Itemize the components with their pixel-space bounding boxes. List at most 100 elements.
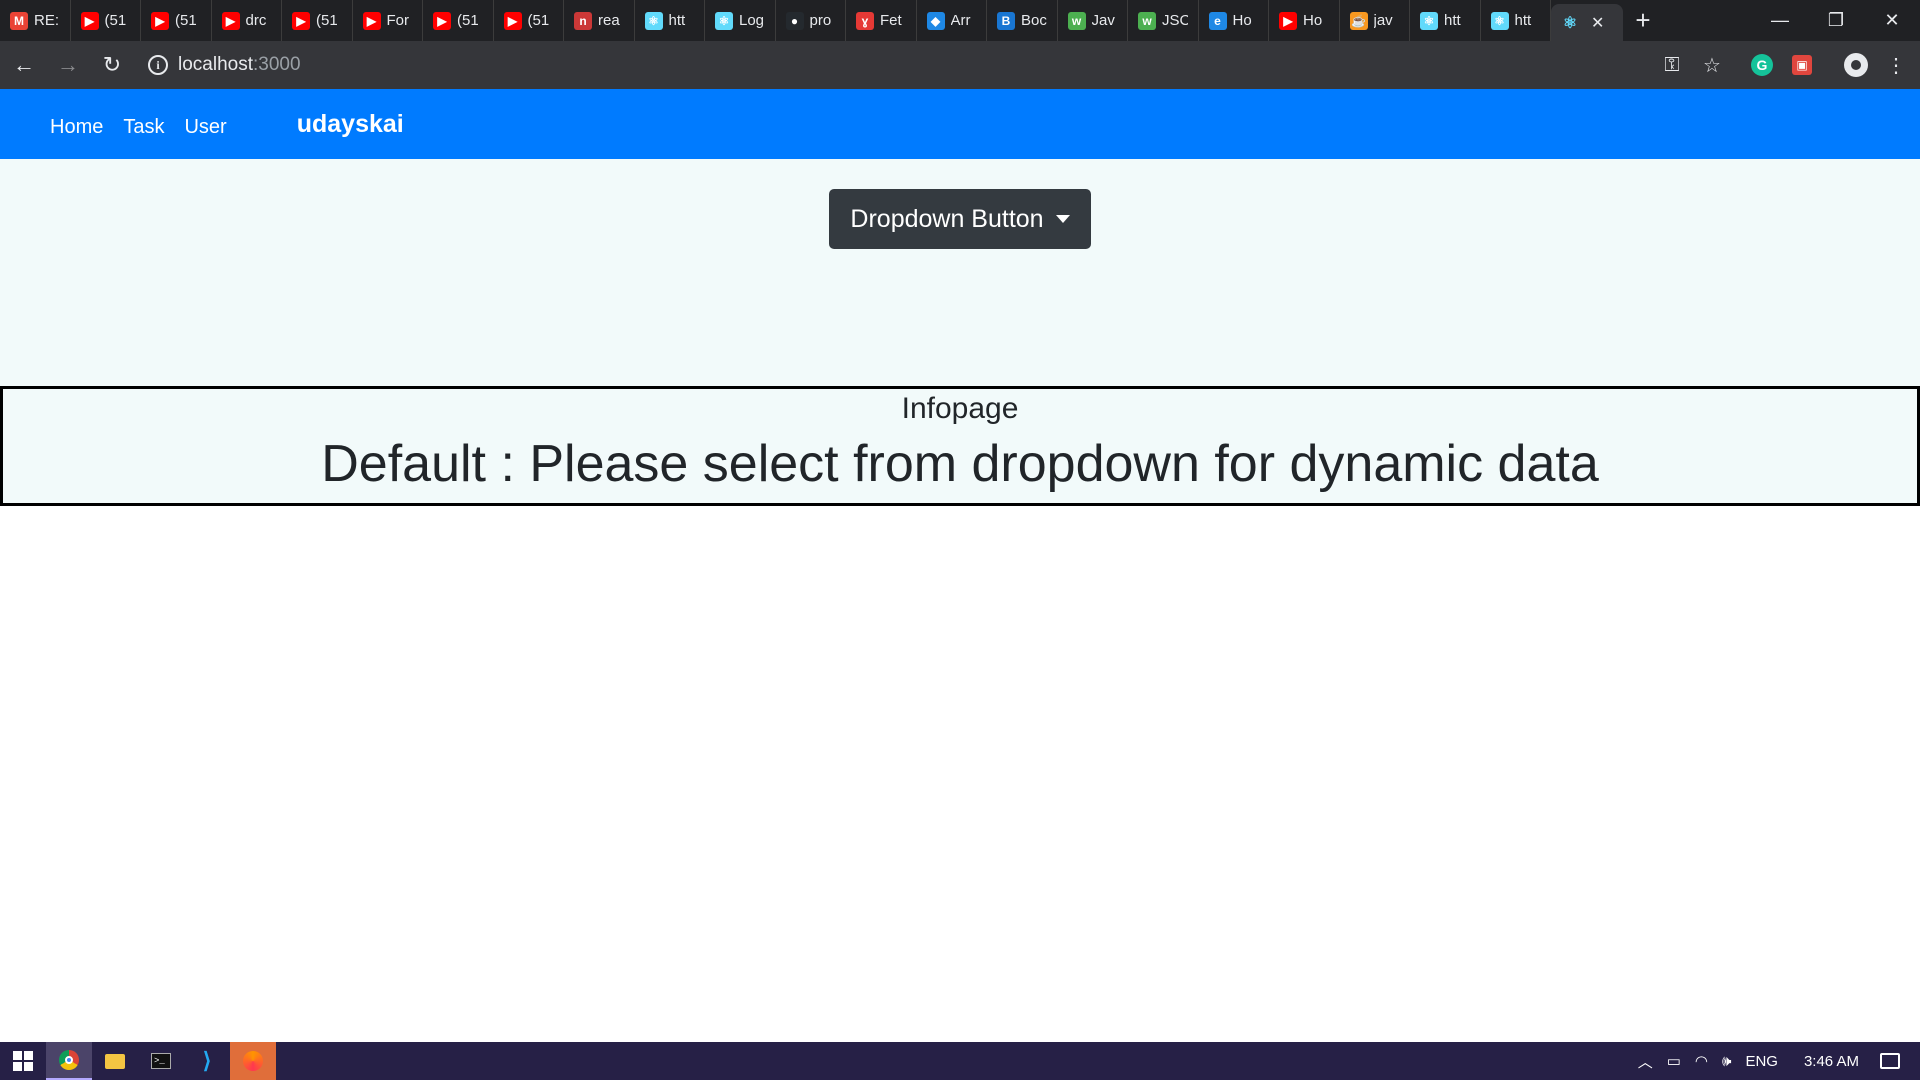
tab-title: (51 — [175, 12, 197, 29]
npm-icon: n — [574, 11, 592, 30]
close-tab-icon[interactable]: ✕ — [1591, 13, 1604, 33]
tab-title: (51 — [527, 12, 550, 29]
notification-icon[interactable] — [1880, 1053, 1900, 1069]
browser-tab[interactable]: ▶ Ho — [1269, 0, 1340, 41]
show-hidden-icons-icon[interactable]: ︿ — [1631, 1051, 1660, 1072]
nav-link-user[interactable]: User — [184, 116, 226, 139]
dropdown-button[interactable]: Dropdown Button — [829, 189, 1091, 249]
browser-tab[interactable]: B Boc — [987, 0, 1058, 41]
clock[interactable]: 3:46 AM — [1797, 1053, 1866, 1070]
dropdown-button-label: Dropdown Button — [850, 204, 1044, 233]
taskbar-vscode[interactable]: ⟩ — [184, 1042, 230, 1080]
browser-tab[interactable]: ⚛ htt — [1481, 0, 1551, 41]
tab-title: htt — [1444, 12, 1461, 29]
browser-toolbar: ← → ↻ i localhost:3000 ⚿ ☆ G ▣ ⋮ — [0, 41, 1920, 89]
start-button[interactable] — [0, 1042, 46, 1080]
tab-title: Arr — [950, 12, 971, 29]
browser-tab[interactable]: w Jav — [1058, 0, 1128, 41]
bookmark-star-icon[interactable]: ☆ — [1692, 45, 1732, 85]
browser-tab[interactable]: ⚛ Log — [705, 0, 776, 41]
chrome-icon — [59, 1050, 79, 1070]
youtube-icon: ▶ — [292, 11, 310, 30]
nav-link-home[interactable]: Home — [50, 116, 103, 139]
taskbar-file-explorer[interactable] — [92, 1042, 138, 1080]
tab-title: htt — [668, 12, 686, 29]
bootstrap-icon: B — [997, 11, 1015, 30]
tab-title: drc — [245, 12, 267, 29]
axios-icon: ɣ — [856, 11, 874, 30]
browser-tab[interactable]: ▶ (51 — [494, 0, 564, 41]
dropdown-section: Dropdown Button — [0, 159, 1920, 386]
browser-tab[interactable]: ▶ (51 — [71, 0, 141, 41]
brand-name[interactable]: udayskai — [297, 110, 404, 139]
volume-icon[interactable]: 🕪 — [1715, 1053, 1738, 1070]
browser-tab[interactable]: ▶ drc — [212, 0, 282, 41]
address-bar[interactable]: i localhost:3000 — [140, 47, 1660, 83]
taskbar-firefox[interactable] — [230, 1042, 276, 1080]
tab-title: RE: — [34, 12, 60, 29]
github-icon: ● — [785, 11, 804, 30]
tab-title: For — [386, 12, 410, 29]
info-page-message: Default : Please select from dropdown fo… — [321, 435, 1599, 493]
browser-tab[interactable]: ◆ Arr — [917, 0, 987, 41]
browser-tab[interactable]: ▶ For — [353, 0, 423, 41]
w3schools-icon: w — [1138, 11, 1156, 30]
new-tab-button[interactable]: + — [1623, 0, 1663, 41]
grammarly-extension[interactable]: G — [1742, 45, 1782, 85]
youtube-icon: ▶ — [1279, 11, 1297, 30]
close-window-button[interactable]: ✕ — [1864, 0, 1920, 41]
youtube-icon: ▶ — [151, 11, 169, 30]
url-host: localhost — [178, 54, 253, 75]
nav-link-task[interactable]: Task — [123, 116, 164, 139]
youtube-icon: ▶ — [80, 11, 99, 30]
url-port: :3000 — [253, 54, 301, 75]
browser-tab[interactable]: ▶ (51 — [423, 0, 494, 41]
extension-button[interactable]: ▣ — [1782, 45, 1822, 85]
tab-list: M RE: ▶ (51 ▶ (51 ▶ drc ▶ (51 ▶ For ▶ (51 ▶ (51 n rea ⚛ htt… — [0, 0, 1551, 41]
reload-button[interactable]: ↻ — [92, 45, 132, 85]
browser-tab[interactable]: ▶ (51 — [141, 0, 212, 41]
folder-icon — [105, 1053, 125, 1069]
active-tab[interactable]: ⚛ ✕ — [1551, 4, 1623, 41]
browser-tab[interactable]: ☕ jav — [1340, 0, 1410, 41]
java-icon: ☕ — [1349, 11, 1368, 30]
tab-title: Fet — [880, 12, 902, 29]
key-icon[interactable]: ⚿ — [1652, 45, 1692, 85]
restore-button[interactable]: ❐ — [1808, 0, 1864, 41]
minimize-button[interactable]: — — [1752, 0, 1808, 41]
tab-title: (51 — [316, 12, 338, 29]
battery-icon[interactable]: ▭ — [1660, 1052, 1688, 1070]
forward-button[interactable]: → — [48, 45, 88, 85]
back-button[interactable]: ← — [4, 45, 44, 85]
terminal-icon: >_ — [151, 1053, 171, 1069]
language-indicator[interactable]: ENG — [1738, 1053, 1785, 1070]
react-icon: ⚛ — [644, 11, 663, 30]
wifi-icon[interactable]: ◠ — [1688, 1052, 1715, 1070]
info-page-title: Infopage — [901, 392, 1019, 425]
menu-button[interactable]: ⋮ — [1876, 45, 1916, 85]
tab-title: pro — [809, 12, 832, 29]
browser-tab[interactable]: ⚛ htt — [1410, 0, 1481, 41]
windows-logo-icon — [13, 1051, 33, 1071]
browser-tab[interactable]: n rea — [564, 0, 635, 41]
browser-tab[interactable]: ● pro — [776, 0, 846, 41]
vscode-icon: ⟩ — [202, 1048, 212, 1073]
browser-tab[interactable]: w JSC — [1128, 0, 1199, 41]
browser-tab[interactable]: M RE: — [0, 0, 71, 41]
profile-button[interactable] — [1836, 45, 1876, 85]
tab-title: Jav — [1091, 12, 1115, 29]
taskbar-chrome[interactable] — [46, 1042, 92, 1080]
browser-tab[interactable]: ɣ Fet — [846, 0, 917, 41]
browser-tab[interactable]: ⚛ htt — [635, 0, 705, 41]
app-navbar: Home Task User udayskai — [0, 89, 1920, 159]
browser-tab[interactable]: e Ho — [1199, 0, 1269, 41]
site-info-icon[interactable]: i — [148, 55, 168, 75]
youtube-icon: ▶ — [362, 11, 381, 30]
browser-tab[interactable]: ▶ (51 — [282, 0, 353, 41]
tab-title: Log — [739, 12, 765, 29]
taskbar-terminal[interactable]: >_ — [138, 1042, 184, 1080]
caret-down-icon — [1055, 215, 1070, 223]
react-icon: ⚛ — [1490, 11, 1509, 30]
react-icon: ⚛ — [1562, 14, 1578, 32]
tab-title: JSC — [1162, 12, 1188, 29]
